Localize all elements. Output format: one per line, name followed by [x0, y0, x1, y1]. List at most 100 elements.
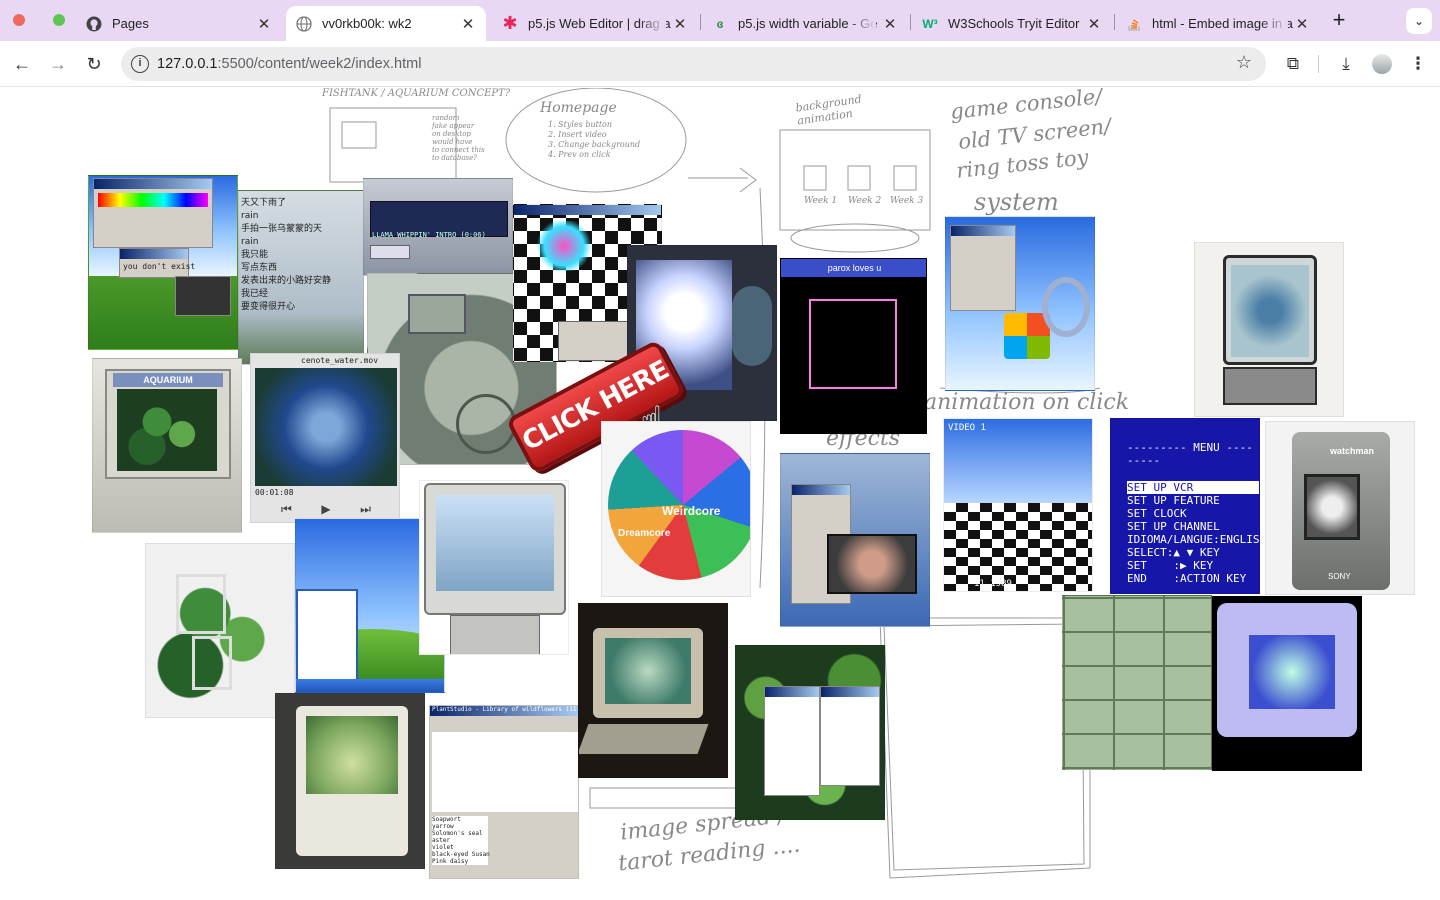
rain-text-line: 天又下雨了	[241, 198, 287, 208]
vcr-menu-item: SET UP VCR	[1127, 481, 1259, 494]
close-tab-icon[interactable]: ✕	[882, 15, 898, 33]
vcr-menu-item: SELECT:▲ ▼ KEY	[1127, 546, 1220, 559]
vcr-menu-item: END :ACTION KEY	[1127, 572, 1247, 585]
retro-monitor-image	[419, 480, 569, 655]
sketch-note-small: random fake appear on desktop would have…	[432, 114, 485, 162]
close-tab-icon[interactable]: ✕	[256, 15, 272, 33]
close-tab-icon[interactable]: ✕	[1086, 15, 1102, 33]
rain-text-line: 发表出来的小路好安静	[241, 276, 332, 286]
tab-title: vv0rkb00k: wk2	[322, 16, 412, 31]
tunnel-window	[175, 276, 231, 316]
sketch-note-system: system	[974, 188, 1059, 216]
fast-forward-icon[interactable]: ⏭	[360, 502, 371, 518]
crt-aquarium-image	[578, 603, 728, 778]
glass-block-plants-image	[1062, 595, 1212, 770]
watchman-brand: watchman	[1330, 446, 1375, 456]
vcr-menu-item: SET :▶ KEY	[1127, 559, 1214, 572]
rewind-icon[interactable]: ⏮	[281, 502, 292, 518]
video-time: 00:01:08	[255, 488, 294, 497]
plant-list-item[interactable]: aster	[432, 837, 488, 844]
rain-text-line: 写点东西	[241, 263, 278, 273]
vcr-menu-item: SET UP CHANNEL	[1127, 520, 1220, 533]
rain-text-line: rain	[241, 237, 259, 247]
bookmark-star-icon[interactable]: ☆	[1236, 52, 1252, 73]
address-bar[interactable]: i 127.0.0.1:5500/content/week2/index.htm…	[121, 47, 1266, 81]
site-info-icon[interactable]: i	[131, 55, 149, 73]
weirdcore-label: Weirdcore	[662, 504, 721, 518]
small-note: would have	[432, 138, 473, 146]
browser-toolbar: ← → ↻ i 127.0.0.1:5500/content/week2/ind…	[0, 41, 1440, 87]
plantstudio-title: PlantStudio - Library of wildflowers (11…	[432, 706, 578, 713]
sketch-note-week2: Week 2	[848, 196, 882, 206]
close-window-button[interactable]	[13, 14, 25, 26]
homepage-list-item: 4. Prev on click	[548, 150, 611, 159]
plant-list-item[interactable]: Soapwort	[432, 816, 488, 823]
homepage-list-item: 3. Change background	[548, 140, 641, 149]
plant-list-item[interactable]: Pink daisy	[432, 858, 488, 865]
vcr-menu-item: IDIOMA/LANGUE:ENGLISH	[1127, 533, 1260, 546]
asterisk-icon: ✱	[502, 13, 518, 33]
reload-button[interactable]: ↻	[81, 51, 107, 77]
forward-button[interactable]: →	[45, 51, 71, 77]
close-tab-icon[interactable]: ✕	[672, 15, 688, 33]
sketch-note-week3: Week 3	[890, 196, 924, 206]
homepage-list-item: 2. Insert video	[548, 130, 607, 139]
sony-brand: SONY	[1328, 572, 1351, 581]
rain-text-line: 我只能	[241, 250, 269, 260]
winamp-track: LLAMA WHIPPIN' INTRO (0:06)	[372, 231, 486, 239]
sketch-note-animation-click: animation on click	[924, 390, 1130, 415]
tab-title: W3Schools Tryit Editor	[948, 16, 1080, 31]
play-icon[interactable]: ▶	[321, 502, 330, 518]
close-tab-icon[interactable]: ✕	[460, 15, 476, 33]
vcr-menu-header: --------- MENU ---------	[1127, 441, 1253, 467]
video-title: cenote_water.mov	[301, 356, 379, 365]
plant-list-item[interactable]: violet	[432, 844, 488, 851]
download-icon[interactable]: ⤓	[1333, 51, 1359, 77]
lily-pad-windows-image	[735, 645, 885, 820]
tab-wk2[interactable]: vv0rkb00k: wk2 ✕	[286, 6, 486, 41]
new-tab-button[interactable]: +	[1326, 8, 1352, 34]
small-note: to connect this	[432, 146, 485, 154]
url-text[interactable]: 127.0.0.1:5500/content/week2/index.html	[157, 56, 421, 72]
plant-list-item[interactable]: Solomon's seal	[432, 830, 488, 837]
back-button[interactable]: ←	[9, 51, 35, 77]
vcr-menu-screen: --------- MENU --------- SET UP VCR SET …	[1110, 418, 1260, 594]
video-label: VIDEO 1	[948, 423, 986, 433]
small-note: random	[432, 114, 460, 122]
homepage-list-item: 1. Styles button	[548, 120, 613, 129]
tab-p5-editor[interactable]: ✱ p5.js Web Editor | drag a ✕	[492, 6, 698, 41]
close-tab-icon[interactable]: ✕	[1294, 15, 1310, 33]
sketch-note-week1: Week 1	[804, 196, 838, 206]
more-menu-icon[interactable]: ⋮	[1405, 51, 1431, 77]
tab-title: Pages	[112, 16, 149, 31]
tab-stackoverflow[interactable]: html - Embed image in a ✕	[1116, 6, 1320, 41]
tab-p5-width[interactable]: ɞ p5.js width variable - Ge ✕	[702, 6, 908, 41]
weirdcore-chart-image: Weirdcore Dreamcore	[601, 421, 751, 597]
dreamcore-label: Dreamcore	[618, 528, 671, 539]
video-checkerboard-image: VIDEO 1 11.1989	[943, 418, 1093, 592]
tab-search-button[interactable]: ⌄	[1406, 8, 1432, 34]
page-canvas: FISHTANK / AQUARIUM CONCEPT? Homepage 1.…	[0, 88, 1440, 900]
extensions-icon[interactable]: ⧉	[1280, 51, 1306, 77]
macquarium-image: AQUARIUM	[92, 358, 242, 533]
plantstudio-window: PlantStudio - Library of wildflowers (11…	[429, 705, 579, 879]
maximize-window-button[interactable]	[53, 14, 65, 26]
winamp-player-image: LLAMA WHIPPIN' INTRO (0:06)	[363, 178, 513, 276]
xp-windows-collage-image	[945, 216, 1095, 391]
sony-watchman-image: watchman SONY	[1265, 421, 1415, 595]
vcr-menu-item: SET UP FEATURE	[1127, 494, 1220, 507]
plant-list-item[interactable]: yarrow	[432, 823, 488, 830]
plant-frames-image	[145, 543, 295, 718]
vcr-menu-item: SET CLOCK	[1127, 507, 1187, 520]
url-host: 127.0.0.1	[157, 56, 218, 72]
sketch-note-homepage-list: 1. Styles button 2. Insert video 3. Chan…	[548, 120, 640, 160]
desktop-screenshot-image	[780, 453, 930, 627]
avatar[interactable]	[1372, 54, 1392, 74]
tab-w3schools[interactable]: W³ W3Schools Tryit Editor ✕	[912, 6, 1112, 41]
cenote-video-player[interactable]: cenote_water.mov 00:01:08 ⏮ ▶ ⏭	[250, 353, 400, 523]
sketch-note-fishtank: FISHTANK / AQUARIUM CONCEPT?	[322, 88, 511, 99]
sketch-note-homepage: Homepage	[540, 100, 617, 116]
rain-text-line: rain	[241, 211, 259, 221]
tab-pages[interactable]: Pages ✕	[76, 6, 282, 41]
plant-list-item[interactable]: black-eyed Susan	[432, 851, 490, 858]
